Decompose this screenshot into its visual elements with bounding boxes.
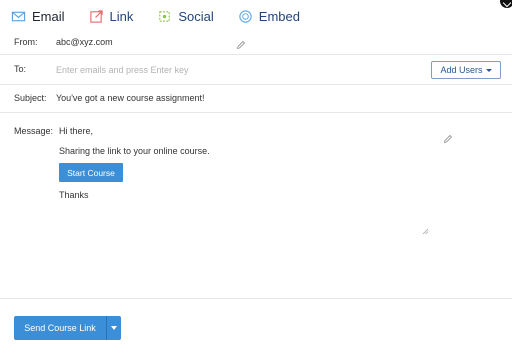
share-tabs: Email Link Social Embed <box>0 0 512 32</box>
send-options-dropdown[interactable] <box>106 316 121 340</box>
subject-row: Subject: You've got a new course assignm… <box>0 85 512 113</box>
message-label: Message: <box>14 126 54 136</box>
social-icon <box>159 10 171 22</box>
from-row: From: abc@xyz.com <box>0 32 512 55</box>
to-input[interactable]: Enter emails and press Enter key <box>56 65 189 75</box>
add-users-button[interactable]: Add Users <box>431 61 501 79</box>
envelope-icon <box>11 11 26 21</box>
from-label: From: <box>14 37 38 47</box>
tab-email[interactable]: Email <box>11 0 65 32</box>
tab-social-label: Social <box>178 8 214 24</box>
message-signoff: Thanks <box>59 190 89 200</box>
footer-divider <box>0 298 512 299</box>
caret-down-icon <box>111 326 117 330</box>
embed-icon <box>239 9 252 23</box>
tab-link[interactable]: Link <box>89 0 134 32</box>
chevron-down-icon <box>485 68 492 72</box>
tab-social[interactable]: Social <box>157 0 214 32</box>
start-course-button[interactable]: Start Course <box>59 163 123 182</box>
tab-embed[interactable]: Embed <box>238 0 300 32</box>
message-greeting: Hi there, <box>59 126 94 136</box>
subject-input[interactable]: You've got a new course assignment! <box>56 93 204 103</box>
edit-message-icon[interactable] <box>443 131 453 144</box>
tab-embed-label: Embed <box>258 8 300 24</box>
from-value: abc@xyz.com <box>56 37 113 47</box>
to-label: To: <box>14 64 27 74</box>
tab-link-label: Link <box>109 8 134 24</box>
to-row: To: Enter emails and press Enter key Add… <box>0 55 512 85</box>
send-course-link-button[interactable]: Send Course Link <box>14 316 106 340</box>
add-users-label: Add Users <box>440 65 483 75</box>
message-body: Sharing the link to your online course. <box>59 146 210 156</box>
resize-handle-icon[interactable] <box>422 228 429 235</box>
edit-from-icon[interactable] <box>236 37 246 50</box>
external-link-icon <box>89 9 103 23</box>
subject-label: Subject: <box>14 93 47 103</box>
tab-email-label: Email <box>32 8 65 24</box>
